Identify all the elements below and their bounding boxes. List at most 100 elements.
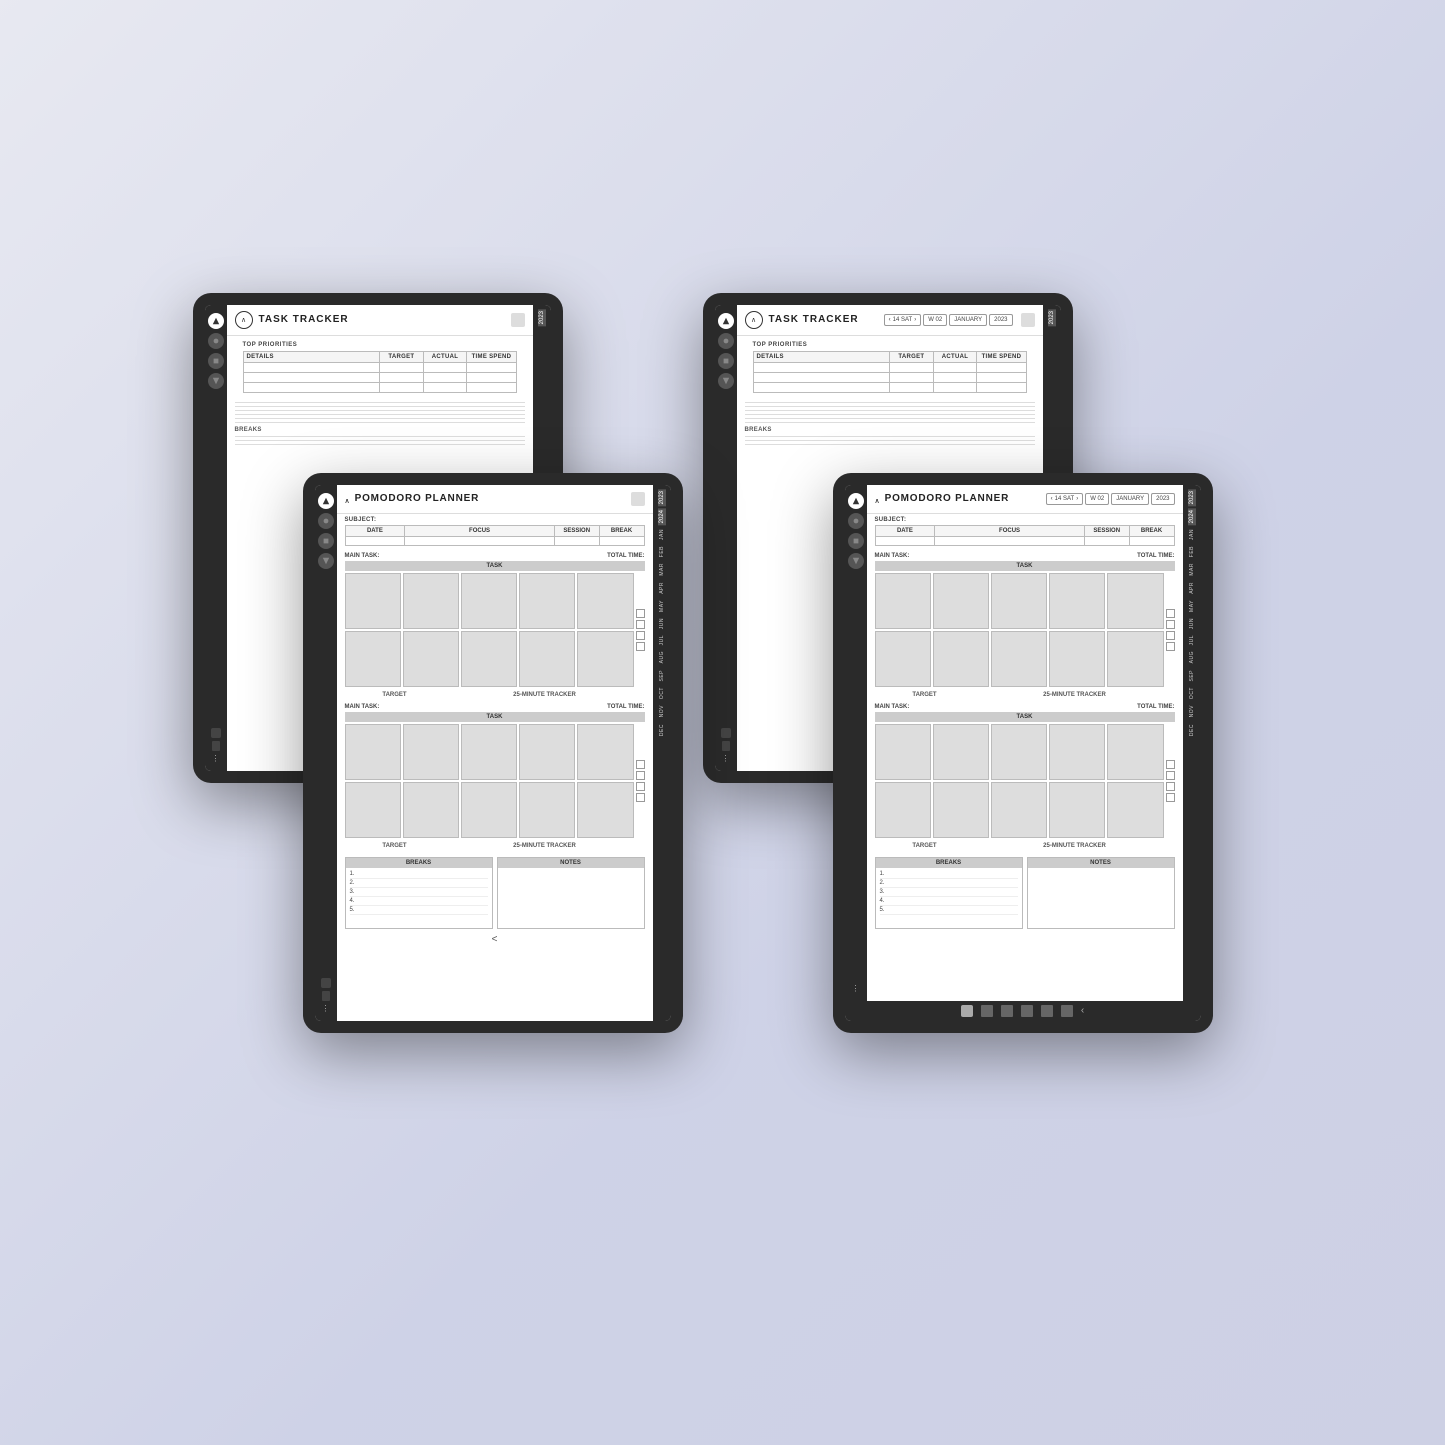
rb-home-icon[interactable] [1021,313,1035,327]
rf-month-jul[interactable]: JUL [1188,633,1196,647]
rf-pomo-collapse-btn[interactable]: ∧ [875,490,880,508]
month-mar[interactable]: MAR [658,561,666,578]
rf-sidebar-icon-4[interactable] [848,553,864,569]
rb-home-icon-small[interactable] [721,728,731,738]
menu-dots[interactable]: ⋮ [212,754,220,763]
rf-month-jun[interactable]: JUN [1188,616,1196,631]
rf-sidebar-icon-3[interactable] [848,533,864,549]
rb-nav-month[interactable]: JANUARY [949,314,987,326]
rf-cb4[interactable] [1166,642,1175,651]
month-sep[interactable]: SEP [658,668,666,684]
pomo-home-icon-small[interactable] [321,978,331,988]
cb7[interactable] [636,782,645,791]
rf-sidebar-icon-2[interactable] [848,513,864,529]
rb-collapse-button[interactable]: ∧ [745,311,763,329]
pomo-sidebar-icon-3[interactable] [318,533,334,549]
rb-task-tracker-header: ∧ TASK TRACKER ‹ 14 SAT › W 02 JA [737,305,1043,336]
rf-month-apr[interactable]: APR [1188,580,1196,596]
rb-sidebar-icon-4[interactable] [718,373,734,389]
rf-cb8[interactable] [1166,793,1175,802]
toolbar-file-icon[interactable] [981,1005,993,1017]
rf-checkboxes-1 [1166,573,1175,687]
rf-cb6[interactable] [1166,771,1175,780]
rb-sidebar-icon-1[interactable] [718,313,734,329]
rf-month-aug[interactable]: AUG [1188,649,1196,665]
rf-cb1[interactable] [1166,609,1175,618]
month-jan[interactable]: JAN [658,527,666,542]
toolbar-home-icon[interactable] [961,1005,973,1017]
rf-tracker-grid-1 [875,573,1175,687]
pomo-sidebar-icon-1[interactable] [318,493,334,509]
rf-menu-dots[interactable]: ⋮ [852,984,860,993]
pomo-home-icon[interactable] [631,492,645,506]
home-icon[interactable] [511,313,525,327]
rf-month-mar[interactable]: MAR [1188,561,1196,578]
month-feb[interactable]: FEB [658,544,666,559]
pomo-menu-dots[interactable]: ⋮ [322,1004,330,1013]
rb-nav-year[interactable]: 2023 [989,314,1012,326]
month-oct[interactable]: OCT [658,685,666,701]
toolbar-calendar-icon[interactable] [1021,1005,1033,1017]
rb-nav-date[interactable]: ‹ 14 SAT › [884,314,922,326]
pomo-sidebar-icon-4[interactable] [318,553,334,569]
toolbar-grid-icon[interactable] [1001,1005,1013,1017]
pomo-sidebar-icon-2[interactable] [318,513,334,529]
month-jul[interactable]: JUL [658,633,666,647]
pomo-header: ∧ POMODORO PLANNER [337,485,653,514]
cb2[interactable] [636,620,645,629]
pomo-file-icon-small[interactable] [322,991,330,1001]
rb-nav-week[interactable]: W 02 [923,314,947,326]
rf-month-jan[interactable]: JAN [1188,527,1196,542]
rf-nav-month[interactable]: JANUARY [1111,493,1149,505]
sq8 [461,631,517,687]
home-icon-small[interactable] [211,728,221,738]
rf-target-row-1: TARGET 25-MINUTE TRACKER [875,690,1175,700]
sidebar-icon-4[interactable] [208,373,224,389]
rf-month-may[interactable]: MAY [1188,598,1196,614]
rf-cb2[interactable] [1166,620,1175,629]
cb3[interactable] [636,631,645,640]
month-aug[interactable]: AUG [658,649,666,665]
rb-sidebar-icon-2[interactable] [718,333,734,349]
rf-cb5[interactable] [1166,760,1175,769]
toolbar-more-icon[interactable] [1061,1005,1073,1017]
cb8[interactable] [636,793,645,802]
rf-month-sep[interactable]: SEP [1188,668,1196,684]
rf-sq3 [991,573,1047,629]
month-dec[interactable]: DEC [658,722,666,738]
toolbar-bookmark-icon[interactable] [1041,1005,1053,1017]
sidebar-icon-3[interactable] [208,353,224,369]
sidebar-icon-1[interactable] [208,313,224,329]
cb4[interactable] [636,642,645,651]
sidebar-icon-2[interactable] [208,333,224,349]
cb5[interactable] [636,760,645,769]
rb-menu-dots[interactable]: ⋮ [722,754,730,763]
cb6[interactable] [636,771,645,780]
rf-nav-week[interactable]: W 02 [1085,493,1109,505]
month-may[interactable]: MAY [658,598,666,614]
rf-month-feb[interactable]: FEB [1188,544,1196,559]
rb-sidebar-icon-3[interactable] [718,353,734,369]
pomo-title: POMODORO PLANNER [355,493,626,504]
rf-subject-section: SUBJECT: DATE FOCUS SESSION BREAK [867,514,1183,551]
rb-col-details: DETAILS [753,351,890,362]
rf-total-time-label-2: TOTAL TIME: [1137,704,1174,710]
month-jun[interactable]: JUN [658,616,666,631]
toolbar-chevron-left[interactable]: ‹ [1081,1005,1084,1016]
rf-nav-year[interactable]: 2023 [1151,493,1174,505]
rf-month-dec[interactable]: DEC [1188,722,1196,738]
rb-file-icon-small[interactable] [722,741,730,751]
file-icon-small[interactable] [212,741,220,751]
rf-month-oct[interactable]: OCT [1188,685,1196,701]
rf-sidebar-icon-1[interactable] [848,493,864,509]
month-apr[interactable]: APR [658,580,666,596]
collapse-button[interactable]: ∧ [235,311,253,329]
cb1[interactable] [636,609,645,618]
rf-month-nov[interactable]: NOV [1188,703,1196,719]
month-nov[interactable]: NOV [658,703,666,719]
prev-arrow[interactable]: < [492,934,498,945]
rf-nav-date[interactable]: ‹ 14 SAT › [1046,493,1084,505]
pomo-collapse-btn[interactable]: ∧ [345,490,350,508]
rf-cb7[interactable] [1166,782,1175,791]
rf-cb3[interactable] [1166,631,1175,640]
